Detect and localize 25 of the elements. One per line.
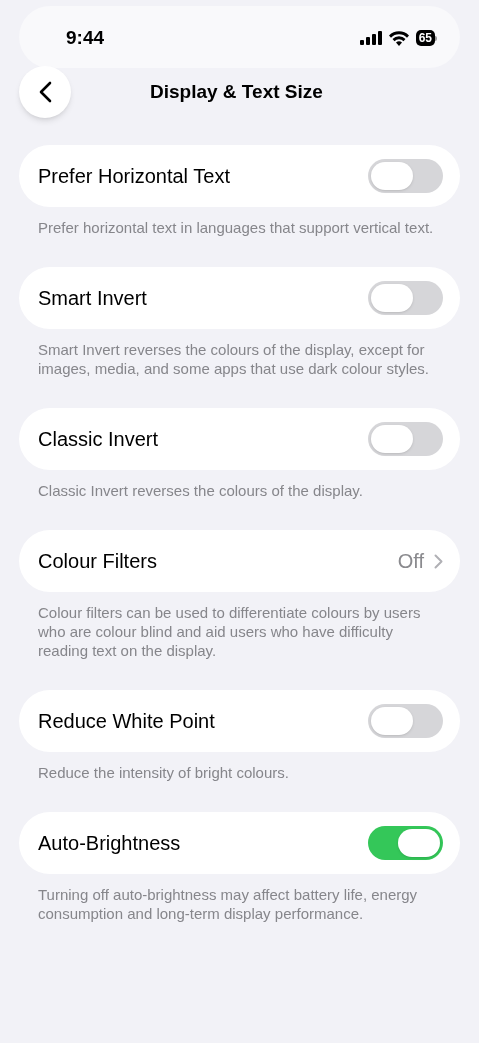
wifi-icon: [388, 30, 409, 46]
toggle-switch[interactable]: [368, 159, 443, 193]
battery-indicator: 65: [415, 30, 437, 46]
back-button[interactable]: [19, 66, 71, 118]
status-time: 9:44: [66, 25, 105, 50]
toggle-switch[interactable]: [368, 704, 443, 738]
setting-description: Turning off auto-brightness may affect battery life, energy consumption and long-term display performance.: [37, 885, 419, 923]
chevron-right-icon: [434, 553, 443, 569]
settings-row[interactable]: Smart Invert: [19, 267, 460, 329]
settings-row[interactable]: Classic Invert: [19, 408, 460, 470]
settings-row[interactable]: Prefer Horizontal Text: [19, 145, 460, 207]
setting-description: Classic Invert reverses the colours of the display.: [37, 481, 364, 500]
settings-row[interactable]: Colour Filters Off: [19, 530, 460, 592]
chevron-left-icon: [38, 81, 52, 103]
setting-description: Prefer horizontal text in languages that support vertical text.: [37, 218, 435, 237]
toggle-switch[interactable]: [368, 826, 443, 860]
toggle-switch[interactable]: [368, 422, 443, 456]
setting-description: Colour filters can be used to differentiate colours by users who are colour blind and aid users who have difficulty reading text on the display.: [37, 603, 422, 660]
setting-description: Reduce the intensity of bright colours.: [37, 763, 290, 782]
settings-row[interactable]: Auto-Brightness: [19, 812, 460, 874]
toggle-switch[interactable]: [368, 281, 443, 315]
page-title: Display & Text Size: [150, 79, 323, 104]
signal-icon: [359, 31, 382, 45]
settings-row[interactable]: Reduce White Point: [19, 690, 460, 752]
setting-description: Smart Invert reverses the colours of the display, except for images, media, and some apps that use dark colour styles.: [37, 340, 431, 378]
